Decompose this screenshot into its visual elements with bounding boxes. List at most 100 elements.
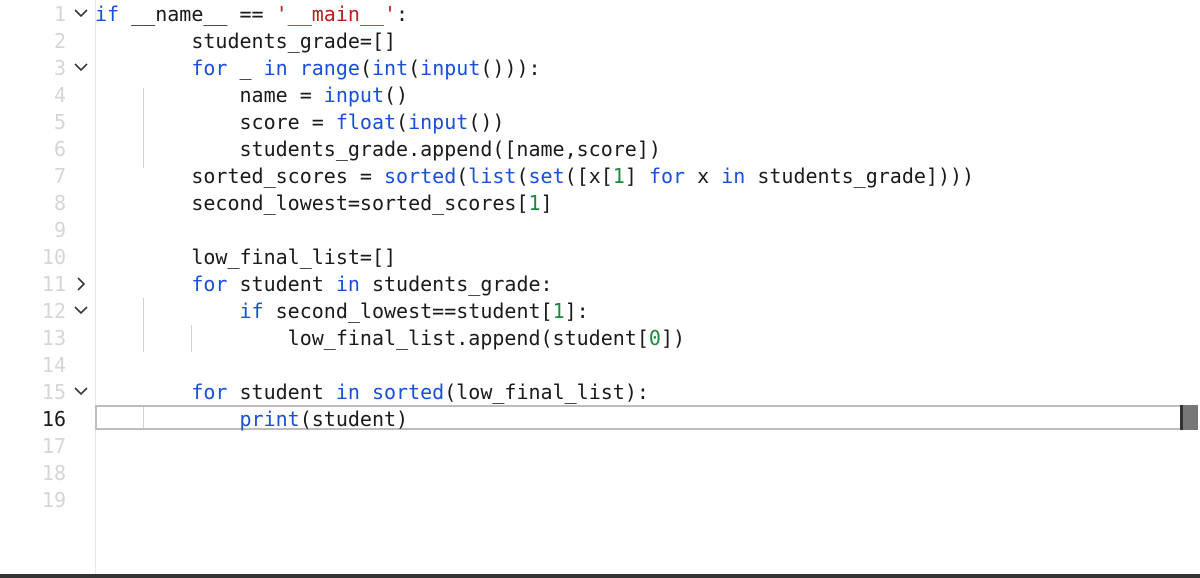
code-token: list [468,164,517,188]
line-number: 12 [41,299,66,323]
code-line[interactable]: 11 for student in students_grade: [0,271,1200,298]
code-token: second_lowest=sorted_scores[ [95,191,529,215]
code-token: ()) [468,110,505,134]
code-token: in [335,272,360,296]
code-token: == [239,2,276,26]
code-token: name = [95,83,324,107]
code-token: input [408,110,469,134]
code-text: name = input() [95,82,408,109]
code-line[interactable]: 10 low_final_list=[] [0,244,1200,271]
fold-chevron-down-icon[interactable] [70,55,92,72]
code-text: for _ in range(int(input())): [95,55,540,82]
code-token: ( [359,56,372,80]
code-line[interactable]: 1 if __name__ == '__main__': [0,1,1200,28]
code-text: low_final_list=[] [95,244,396,271]
code-token: ( [408,56,421,80]
code-line[interactable]: 8 second_lowest=sorted_scores[1] [0,190,1200,217]
code-token: score = [95,110,336,134]
code-text: students_grade=[] [95,28,396,55]
fold-chevron-down-icon[interactable] [70,298,92,315]
code-line[interactable]: 9 [0,217,1200,244]
code-line[interactable]: 15 for student in sorted(low_final_list)… [0,379,1200,406]
line-number: 1 [53,2,66,26]
code-token: student [227,272,336,296]
code-token: in [335,380,360,404]
code-line[interactable]: 6 students_grade.append([name,score]) [0,136,1200,163]
code-line[interactable]: 14 [0,352,1200,379]
code-line[interactable]: 7 sorted_scores = sorted(list(set([x[1] … [0,163,1200,190]
code-text: students_grade.append([name,score]) [95,136,660,163]
code-token: ( [516,164,529,188]
code-token: 1 [552,299,565,323]
line-number: 4 [53,83,66,107]
code-line[interactable]: 16 print(student) [0,406,1200,433]
line-number: 9 [53,218,66,242]
code-token: for [191,380,228,404]
code-token: in [721,164,746,188]
code-text: sorted_scores = sorted(list(set([x[1] fo… [95,163,974,190]
code-token: for [191,272,228,296]
code-editor[interactable]: 1 if __name__ == '__main__': 2 students_gr… [0,0,1200,578]
line-number: 17 [41,434,66,458]
code-token: 1 [612,164,625,188]
code-token: x [685,164,722,188]
code-token: ] [624,164,649,188]
code-token: if [95,2,132,26]
line-number: 5 [53,110,66,134]
line-number: 18 [41,461,66,485]
code-token: ([x[ [564,164,613,188]
scrollbar-thumb[interactable] [1180,405,1198,430]
code-line[interactable]: 4 name = input() [0,82,1200,109]
code-line[interactable]: 17 [0,433,1200,460]
code-line[interactable]: 12 if second_lowest==student[1]: [0,298,1200,325]
code-token: ] [540,191,553,215]
line-number: 8 [53,191,66,215]
code-text: score = float(input()) [95,109,504,136]
fold-chevron-down-icon[interactable] [70,1,92,18]
code-text: low_final_list.append(student[0]) [95,325,685,352]
code-token: float [335,110,397,134]
code-token: low_final_list.append(student[ [95,326,649,350]
code-token: ]) [660,326,686,350]
code-token: for [648,164,686,188]
line-number: 14 [41,353,66,377]
line-number: 2 [53,29,66,53]
code-line[interactable]: 19 [0,487,1200,514]
code-token: ]: [564,299,589,323]
code-token: low_final_list=[] [95,245,397,269]
code-token: input [420,56,481,80]
code-token: 1 [528,191,541,215]
code-token: set [528,164,565,188]
code-token: students_grade]))) [745,164,975,188]
code-token: sorted [383,164,457,188]
fold-chevron-right-icon[interactable] [70,271,92,291]
line-number: 6 [53,137,66,161]
code-token: sorted_scores = [95,164,384,188]
code-line[interactable]: 2 students_grade=[] [0,28,1200,55]
line-number: 3 [53,56,66,80]
code-text: for student in students_grade: [95,271,552,298]
code-token: for [191,56,228,80]
code-line[interactable]: 3 for _ in range(int(input())): [0,55,1200,82]
code-token: __name__ [131,2,240,26]
code-text: second_lowest=sorted_scores[1] [95,190,553,217]
code-token: sorted [371,380,445,404]
line-number: 7 [53,164,66,188]
line-number: 10 [41,245,66,269]
code-line[interactable]: 13 low_final_list.append(student[0]) [0,325,1200,352]
code-token: (low_final_list): [444,380,649,404]
code-token: 0 [648,326,661,350]
code-text: if __name__ == '__main__': [95,1,408,28]
code-token: if [239,299,264,323]
code-line[interactable]: 18 [0,460,1200,487]
code-line[interactable]: 5 score = float(input()) [0,109,1200,136]
line-number: 19 [41,488,66,512]
fold-chevron-down-icon[interactable] [70,379,92,396]
code-token: ( [396,110,409,134]
code-token: student [227,380,336,404]
line-number: 16 [41,407,66,431]
